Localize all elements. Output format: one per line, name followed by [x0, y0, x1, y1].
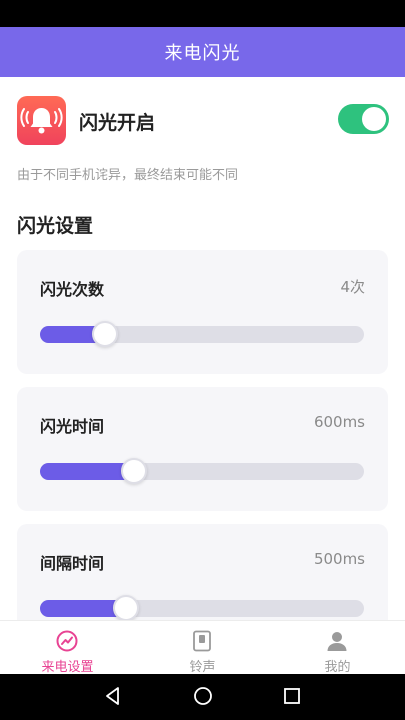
nav-item-call-settings[interactable]: 来电设置	[0, 621, 135, 675]
setting-label: 闪光时间	[40, 417, 105, 436]
system-nav-bar	[0, 674, 405, 720]
flash-duration-slider[interactable]	[40, 458, 364, 484]
slider-fill	[40, 463, 134, 480]
slider-thumb[interactable]	[92, 321, 118, 347]
nav-label: 铃声	[189, 660, 216, 675]
app-header: 来电闪光	[0, 27, 405, 77]
ringtone-icon	[193, 630, 211, 652]
nav-label: 来电设置	[41, 660, 94, 675]
setting-card-flash-duration: 闪光时间 600ms	[17, 387, 388, 511]
setting-card-flash-count: 闪光次数 4次	[17, 250, 388, 374]
back-icon[interactable]	[102, 685, 124, 707]
setting-value: 600ms	[313, 413, 365, 431]
page-title: 来电闪光	[164, 43, 241, 64]
setting-label: 闪光次数	[40, 280, 105, 299]
status-bar	[0, 0, 405, 27]
activity-icon	[56, 630, 78, 652]
bell-app-icon	[17, 96, 66, 145]
bottom-nav: 来电设置 铃声 我的	[0, 620, 405, 675]
home-icon[interactable]	[192, 685, 214, 707]
recents-icon[interactable]	[281, 685, 303, 707]
flash-label: 闪光开启	[79, 112, 156, 134]
hint-text: 由于不同手机诧异，最终结束可能不同	[17, 168, 239, 183]
flash-toggle-row: 闪光开启	[17, 96, 389, 146]
interval-slider[interactable]	[40, 595, 364, 621]
setting-value: 4次	[340, 278, 365, 296]
section-title: 闪光设置	[17, 215, 94, 237]
flash-toggle-switch[interactable]	[338, 104, 389, 134]
setting-value: 500ms	[313, 550, 365, 568]
slider-thumb[interactable]	[121, 458, 147, 484]
flash-count-slider[interactable]	[40, 321, 364, 347]
nav-item-ringtone[interactable]: 铃声	[135, 621, 270, 675]
setting-label: 间隔时间	[40, 554, 105, 573]
bell-icon	[20, 108, 63, 134]
user-icon	[327, 632, 347, 651]
nav-item-mine[interactable]: 我的	[270, 621, 405, 675]
toggle-knob	[362, 107, 386, 131]
slider-thumb[interactable]	[113, 595, 139, 621]
nav-label: 我的	[324, 660, 351, 675]
